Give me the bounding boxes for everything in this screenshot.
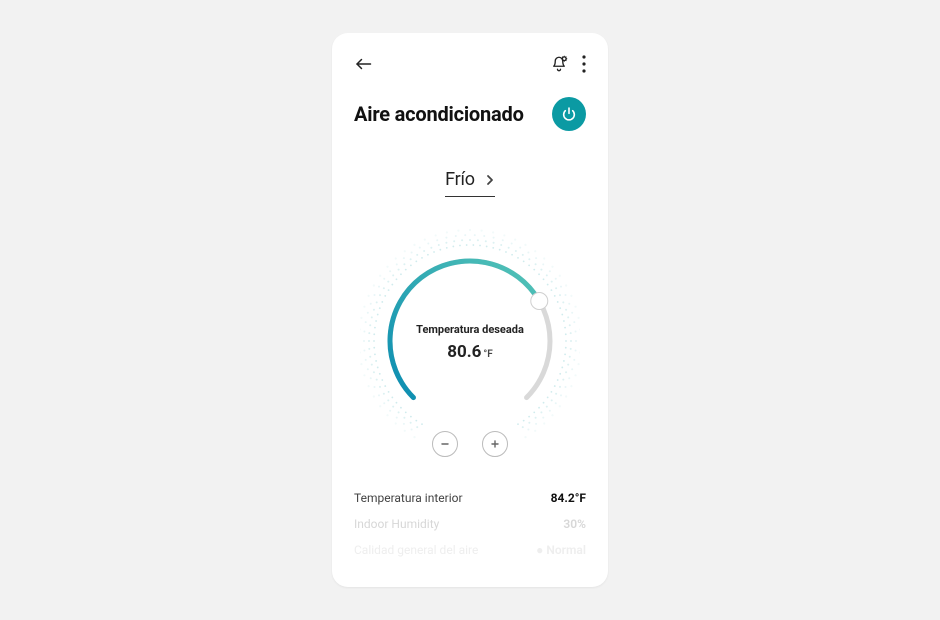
minus-icon <box>440 439 450 449</box>
power-icon <box>561 106 577 122</box>
chevron-right-icon <box>485 174 495 186</box>
header-actions <box>550 55 586 73</box>
dial-active-arc <box>390 261 539 398</box>
plus-icon <box>490 439 500 449</box>
stat-value: 84.2°F <box>551 491 586 505</box>
notifications-button[interactable] <box>550 55 568 73</box>
stat-label: Indoor Humidity <box>354 517 439 531</box>
title-row: Aire acondicionado <box>332 73 608 131</box>
arrow-left-icon <box>354 55 372 73</box>
mode-label: Frío <box>445 169 475 190</box>
stat-value: 30% <box>563 517 586 531</box>
header-bar <box>332 33 608 73</box>
mode-row: Frío <box>332 169 608 197</box>
page-title: Aire acondicionado <box>354 102 524 126</box>
power-button[interactable] <box>552 97 586 131</box>
bell-gear-icon <box>550 55 568 73</box>
step-buttons <box>360 431 580 457</box>
stat-indoor-temp: Temperatura interior 84.2°F <box>354 485 586 511</box>
stats-list: Temperatura interior 84.2°F Indoor Humid… <box>332 475 608 563</box>
increase-button[interactable] <box>482 431 508 457</box>
stat-label: Temperatura interior <box>354 491 463 505</box>
stat-indoor-humidity: Indoor Humidity 30% <box>354 511 586 537</box>
stat-value: ● Normal <box>536 543 586 557</box>
more-vertical-icon <box>582 55 586 73</box>
decrease-button[interactable] <box>432 431 458 457</box>
more-button[interactable] <box>582 55 586 73</box>
stat-air-quality: Calidad general del aire ● Normal <box>354 537 586 563</box>
phone-frame: Aire acondicionado Frío <box>332 33 608 587</box>
temperature-dial[interactable]: Temperatura deseada 80.6°F <box>360 215 580 475</box>
stat-label: Calidad general del aire <box>354 543 478 557</box>
mode-selector[interactable]: Frío <box>445 169 495 197</box>
dial-handle[interactable] <box>531 293 548 310</box>
back-button[interactable] <box>354 55 372 73</box>
